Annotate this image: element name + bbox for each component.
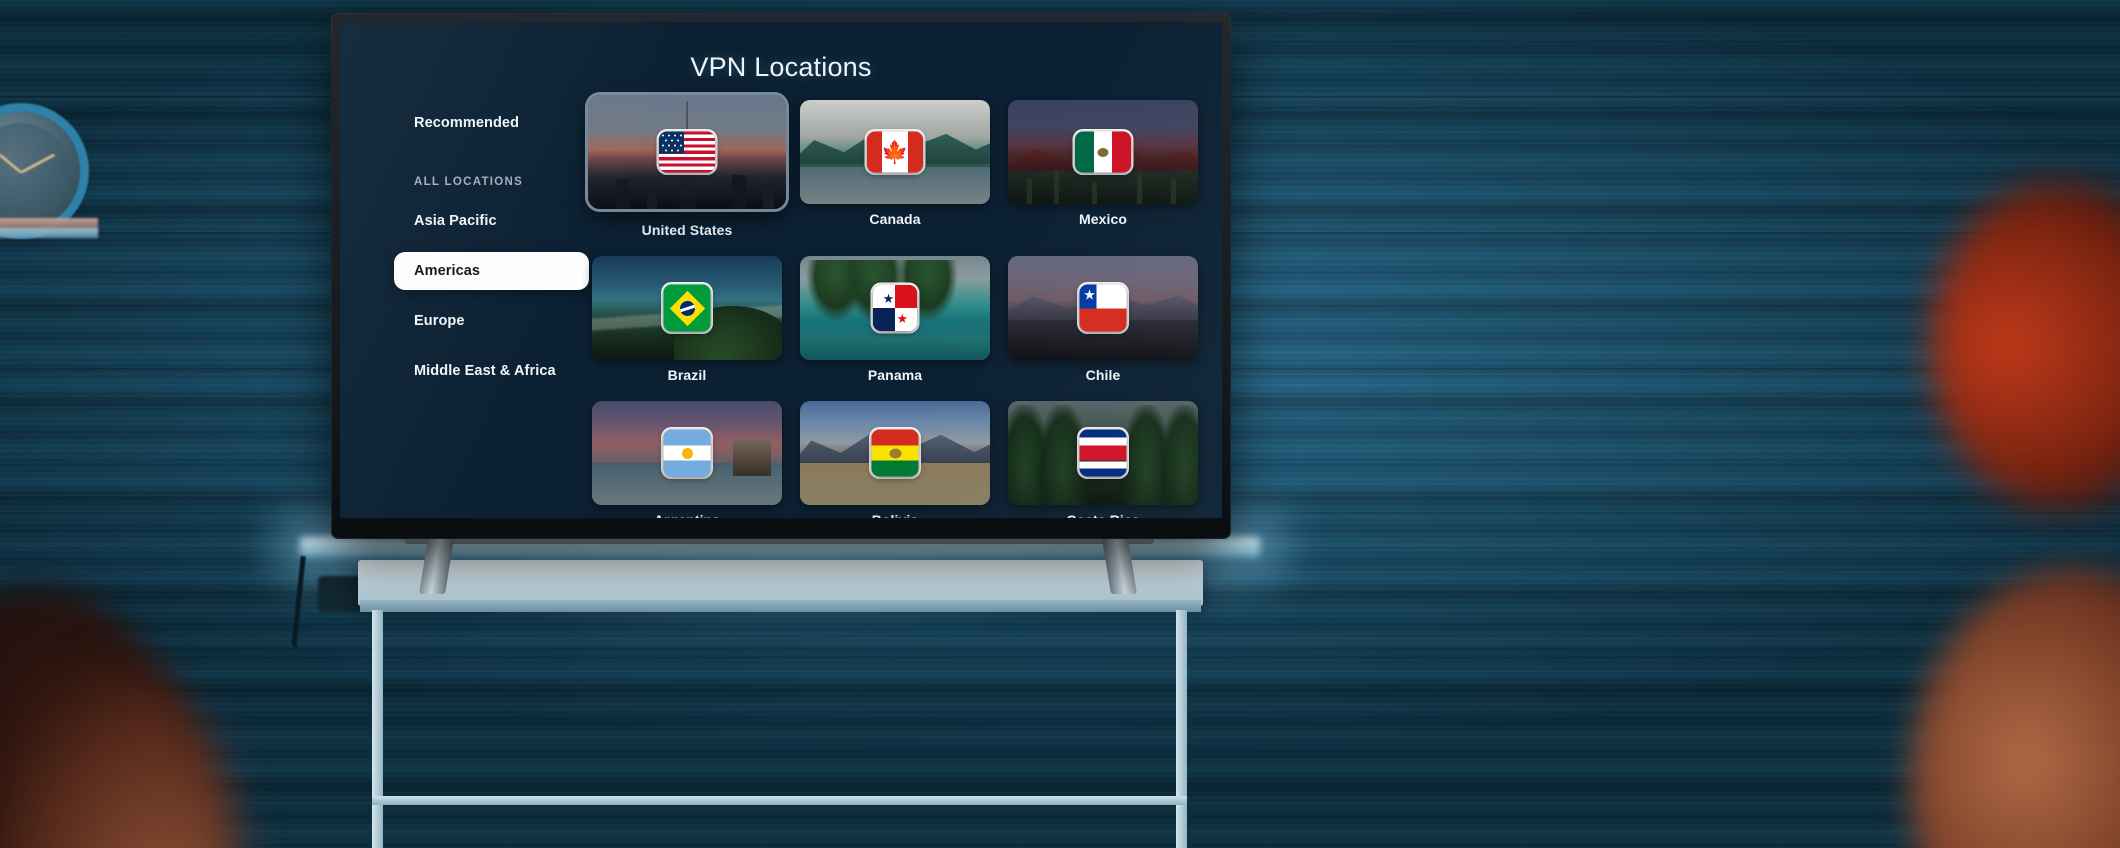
- flag-panama-icon: ★ ★: [873, 285, 917, 331]
- table-rail: [372, 796, 1187, 805]
- sidebar-item-label: Middle East & Africa: [414, 363, 556, 379]
- location-thumbnail: 🍁: [800, 100, 990, 204]
- sidebar-item-americas[interactable]: Americas: [394, 252, 589, 290]
- sidebar-item-label: Asia Pacific: [414, 213, 497, 229]
- location-thumbnail: ★ ★: [800, 256, 990, 360]
- location-label: Mexico: [1078, 211, 1128, 227]
- flag-brazil-icon: [663, 284, 711, 332]
- location-thumbnail: [592, 401, 782, 505]
- page-title: VPN Locations: [690, 52, 872, 82]
- location-label: Chile: [1085, 367, 1121, 383]
- table-leg: [372, 610, 383, 848]
- location-label: Bolivia: [800, 512, 990, 518]
- sidebar-item-label: Recommended: [414, 115, 520, 131]
- location-label: Brazil: [667, 367, 707, 383]
- location-thumbnail: [592, 256, 782, 360]
- table-edge: [360, 600, 1201, 612]
- location-thumbnail: [588, 95, 786, 209]
- sidebar: Recommended ALL LOCATIONS Asia Pacific A…: [394, 104, 589, 402]
- table-leg: [1176, 610, 1187, 848]
- location-card-united-states[interactable]: United States: [588, 95, 786, 238]
- location-label: Canada: [869, 211, 921, 227]
- location-thumbnail: ★: [1008, 256, 1198, 360]
- sidebar-item-recommended[interactable]: Recommended: [394, 104, 589, 142]
- sidebar-item-middle-east-africa[interactable]: Middle East & Africa: [394, 352, 589, 390]
- location-card-panama[interactable]: ★ ★ Panama: [800, 256, 990, 383]
- flag-chile-icon: ★: [1079, 284, 1127, 332]
- wall-clock-icon: [0, 112, 80, 230]
- location-card-costa-rica[interactable]: Costa Rica: [1008, 401, 1198, 518]
- sidebar-item-asia-pacific[interactable]: Asia Pacific: [394, 202, 589, 240]
- sidebar-item-label: Europe: [414, 313, 465, 329]
- location-card-brazil[interactable]: Brazil: [592, 256, 782, 383]
- tv-screen: VPN Locations Recommended ALL LOCATIONS …: [340, 22, 1222, 518]
- flag-canada-icon: 🍁: [867, 131, 923, 173]
- shelf-edge: [0, 228, 98, 238]
- location-label: Argentina: [592, 512, 782, 518]
- location-label: United States: [641, 222, 733, 238]
- television: VPN Locations Recommended ALL LOCATIONS …: [332, 14, 1230, 538]
- location-card-argentina[interactable]: Argentina: [592, 401, 782, 518]
- location-thumbnail: [1008, 401, 1198, 505]
- location-card-bolivia[interactable]: Bolivia: [800, 401, 990, 518]
- location-thumbnail: [800, 401, 990, 505]
- flag-argentina-icon: [663, 429, 711, 477]
- flag-costa-rica-icon: [1079, 429, 1127, 477]
- location-label: Panama: [867, 367, 923, 383]
- sidebar-item-europe[interactable]: Europe: [394, 302, 589, 340]
- location-card-mexico[interactable]: Mexico: [1008, 100, 1198, 238]
- flag-bolivia-icon: [871, 429, 919, 477]
- location-thumbnail: [1008, 100, 1198, 204]
- clock-hand-minute: [20, 153, 56, 174]
- wall-clock: [0, 112, 80, 230]
- clock-hand-hour: [0, 153, 22, 174]
- flag-mexico-icon: [1075, 131, 1131, 173]
- location-grid: United States 🍁 Canada Mexico Brazil ★ ★…: [588, 95, 1204, 518]
- clock-face: [0, 123, 69, 219]
- location-card-chile[interactable]: ★ Chile: [1008, 256, 1198, 383]
- tv-table: [358, 560, 1203, 848]
- location-label: Costa Rica: [1008, 512, 1198, 518]
- sidebar-section-all-locations: ALL LOCATIONS: [414, 176, 524, 188]
- sidebar-item-label: Americas: [414, 263, 481, 279]
- flag-united-states-icon: [659, 131, 715, 173]
- location-card-canada[interactable]: 🍁 Canada: [800, 100, 990, 238]
